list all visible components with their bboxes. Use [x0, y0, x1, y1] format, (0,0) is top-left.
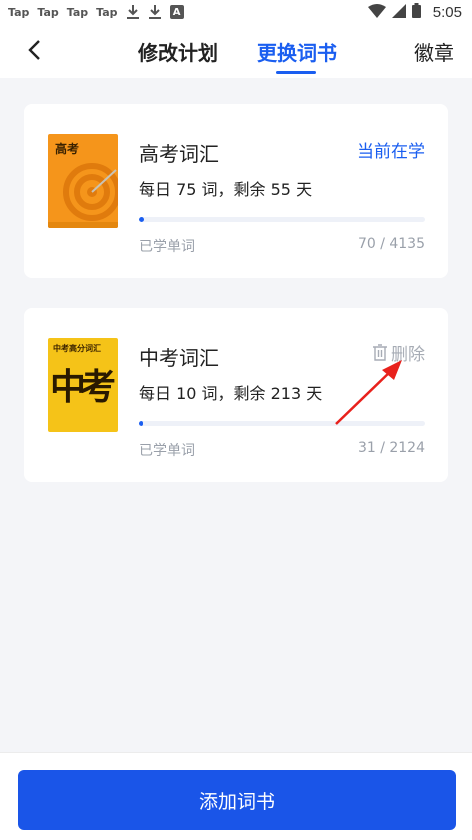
target-icon	[48, 163, 118, 228]
progress-bar	[139, 217, 425, 222]
book-plan: 每日 75 词，剩余 55 天	[139, 180, 313, 199]
learned-label: 已学单词	[139, 239, 195, 255]
book-cover: 高考	[48, 134, 118, 228]
progress-fill	[139, 217, 144, 222]
download-icon	[148, 4, 162, 20]
tab-change-book[interactable]: 更换词书	[257, 37, 337, 66]
signal-icon	[391, 3, 406, 22]
progress-fill	[139, 421, 144, 426]
notification-tap: Tap	[96, 5, 118, 19]
tab-modify-plan[interactable]: 修改计划	[138, 37, 218, 66]
cover-title: 中考高分词汇	[53, 344, 101, 353]
nav-bar: 修改计划 更换词书 徽章	[0, 24, 472, 78]
learned-count: 31 / 2124	[357, 440, 425, 456]
learned-label: 已学单词	[139, 443, 195, 459]
book-name: 中考词汇	[139, 346, 219, 370]
wifi-icon	[367, 3, 386, 22]
book-name: 高考词汇	[139, 142, 219, 166]
download-icon	[126, 4, 140, 20]
annotation-arrow-icon	[335, 360, 402, 425]
book-card-gaokao[interactable]: 高考 高考词汇 当前在学 每日 75 词，剩余 55 天 已学单词 70 / 4…	[24, 104, 448, 278]
notification-tap: Tap	[66, 5, 89, 19]
add-book-button[interactable]: 添加词书	[18, 770, 456, 830]
notification-tap: Tap	[8, 5, 30, 19]
current-learning-badge: 当前在学	[357, 142, 425, 162]
bottom-bar: 添加词书	[0, 752, 472, 840]
chevron-left-icon	[28, 40, 40, 60]
back-button[interactable]	[18, 34, 50, 66]
a-badge-icon: A	[169, 5, 184, 19]
clock: 5:05	[432, 3, 462, 21]
status-bar: Tap Tap Tap Tap A 5:05	[0, 0, 472, 24]
battery-icon	[411, 2, 421, 22]
tab-badge[interactable]: 徽章	[414, 37, 454, 66]
learned-count: 70 / 4135	[357, 236, 425, 252]
book-plan: 每日 10 词，剩余 213 天	[139, 384, 323, 403]
cover-big-text: 中考	[50, 367, 116, 408]
notification-tap: Tap	[37, 5, 59, 19]
book-cover: 中考高分词汇 中考	[48, 338, 118, 432]
active-tab-indicator	[276, 71, 316, 74]
